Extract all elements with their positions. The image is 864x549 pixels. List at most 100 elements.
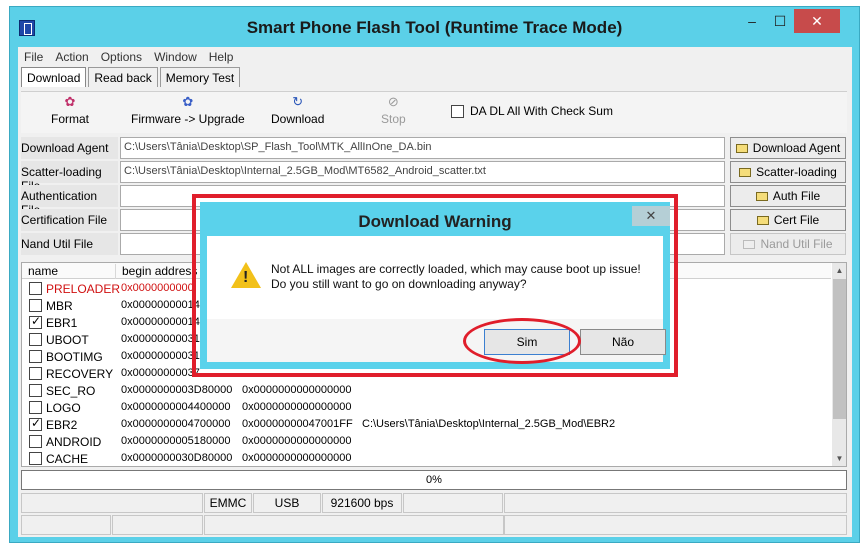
stop-button[interactable]: ⊘ Stop xyxy=(381,94,406,127)
download-agent-label: Download Agent xyxy=(21,137,118,159)
folder-icon xyxy=(743,240,756,249)
table-row[interactable]: EBR2 0x0000000004700000 0x00000000047001FF… xyxy=(22,416,831,433)
row-checkbox[interactable] xyxy=(29,282,42,295)
row-name: ANDROID xyxy=(46,435,102,449)
row-name: EBR2 xyxy=(46,418,78,432)
download-agent-button[interactable]: Download Agent xyxy=(730,137,846,159)
list-scrollbar[interactable]: ▲ ▼ xyxy=(832,263,846,466)
progress-bar: 0% xyxy=(21,470,847,490)
menu-action[interactable]: Action xyxy=(49,47,94,67)
tab-download[interactable]: Download xyxy=(21,67,87,87)
scatter-file-label: Scatter-loading File xyxy=(21,161,118,193)
download-button[interactable]: ↻ Download xyxy=(271,94,324,127)
status-cell-empty xyxy=(504,515,847,535)
toolbar: ✿ Format ✿ Firmware -> Upgrade ↻ Downloa… xyxy=(21,91,847,133)
row-name: UBOOT xyxy=(46,333,89,347)
row-checkbox[interactable] xyxy=(29,435,42,448)
dialog-close-button[interactable]: ✕ xyxy=(632,206,670,226)
scroll-thumb[interactable] xyxy=(833,279,846,419)
tab-read-back[interactable]: Read back xyxy=(88,67,158,87)
checksum-label: DA DL All With Check Sum xyxy=(470,104,613,118)
row-end-address: 0x0000000000000000 xyxy=(242,401,352,413)
row-location: C:\Users\Tânia\Desktop\Internal_2.5GB_Mo… xyxy=(362,418,616,430)
row-begin-address: 0x0000000004700000 xyxy=(121,418,231,430)
status-baud: 921600 bps xyxy=(322,493,402,513)
row-checkbox[interactable] xyxy=(29,333,42,346)
nand-util-label: Nand Util File xyxy=(21,233,118,255)
menu-options[interactable]: Options xyxy=(95,47,148,67)
highlight-circle xyxy=(463,318,581,364)
folder-icon xyxy=(755,192,768,201)
row-checkbox[interactable] xyxy=(29,367,42,380)
warning-icon xyxy=(231,262,261,288)
minimize-button[interactable]: – xyxy=(738,9,766,33)
row-checkbox[interactable] xyxy=(29,401,42,414)
table-row[interactable]: ANDROID 0x0000000005180000 0x0000000000000… xyxy=(22,433,831,450)
row-end-address: 0x0000000000000000 xyxy=(242,384,352,396)
format-button[interactable]: ✿ Format xyxy=(51,94,90,127)
status-cell-empty xyxy=(112,515,203,535)
maximize-button[interactable]: ☐ xyxy=(766,9,794,33)
stop-icon: ⊘ xyxy=(387,94,399,109)
row-begin-address: 0x0000000000 xyxy=(121,282,194,294)
table-row[interactable]: CACHE 0x0000000030D80000 0x000000000000000… xyxy=(22,450,831,466)
row-begin-address: 0x00000000014 xyxy=(121,316,200,328)
auth-file-button-label: Auth File xyxy=(772,189,821,203)
table-row[interactable]: LOGO 0x0000000004400000 0x0000000000000000 xyxy=(22,399,831,416)
format-icon: ✿ xyxy=(64,94,76,109)
close-button[interactable]: ✕ xyxy=(794,9,840,33)
menu-help[interactable]: Help xyxy=(203,47,240,67)
dialog-message-line-1: Not ALL images are correctly loaded, whi… xyxy=(271,262,641,276)
row-checkbox[interactable] xyxy=(29,350,42,363)
checksum-checkbox[interactable] xyxy=(451,104,464,118)
row-begin-address: 0x0000000005180000 xyxy=(121,435,231,447)
row-name: LOGO xyxy=(46,401,81,415)
cert-file-button[interactable]: Cert File xyxy=(730,209,846,231)
scatter-loading-button-label: Scatter-loading xyxy=(756,165,837,179)
menu-window[interactable]: Window xyxy=(148,47,203,67)
firmware-upgrade-button[interactable]: ✿ Firmware -> Upgrade xyxy=(131,95,245,127)
row-name: RECOVERY xyxy=(46,367,114,381)
status-cell-empty xyxy=(403,493,503,513)
auth-file-button[interactable]: Auth File xyxy=(730,185,846,207)
status-cell-empty xyxy=(21,515,111,535)
download-agent-input[interactable]: C:\Users\Tânia\Desktop\SP_Flash_Tool\MTK… xyxy=(120,137,725,159)
row-checkbox[interactable] xyxy=(29,314,42,329)
row-begin-address: 0x00000000037 xyxy=(121,367,200,379)
row-checkbox[interactable] xyxy=(29,299,42,312)
scatter-file-input[interactable]: C:\Users\Tânia\Desktop\Internal_2.5GB_Mo… xyxy=(120,161,725,183)
scroll-down-arrow-icon[interactable]: ▼ xyxy=(832,451,846,466)
row-begin-address: 0x0000000030D80000 xyxy=(121,452,233,464)
dialog-body: Not ALL images are correctly loaded, whi… xyxy=(207,236,666,362)
table-row[interactable]: SEC_RO 0x0000000003D80000 0x00000000000000… xyxy=(22,382,831,399)
status-bar: EMMC USB 921600 bps xyxy=(21,493,847,537)
column-name[interactable]: name xyxy=(22,264,116,279)
title-bar: Smart Phone Flash Tool (Runtime Trace Mo… xyxy=(10,7,859,47)
download-icon: ↻ xyxy=(292,94,304,109)
checksum-option[interactable]: DA DL All With Check Sum xyxy=(451,104,613,118)
dialog-highlight-frame: Download Warning ✕ Not ALL images are co… xyxy=(192,194,678,377)
firmware-label: Firmware -> Upgrade xyxy=(131,112,245,126)
no-button[interactable]: Não xyxy=(580,329,666,355)
nand-util-button[interactable]: Nand Util File xyxy=(730,233,846,255)
status-storage: EMMC xyxy=(204,493,252,513)
menu-bar: File Action Options Window Help xyxy=(18,47,852,67)
menu-file[interactable]: File xyxy=(18,47,49,67)
dialog-message: Not ALL images are correctly loaded, whi… xyxy=(271,262,641,292)
cert-file-label: Certification File xyxy=(21,209,118,231)
row-checkbox[interactable] xyxy=(29,384,42,397)
download-agent-button-label: Download Agent xyxy=(752,141,841,155)
tab-memory-test[interactable]: Memory Test xyxy=(159,67,241,87)
status-port: USB xyxy=(253,493,321,513)
row-end-address: 0x0000000000000000 xyxy=(242,452,352,464)
format-label: Format xyxy=(51,112,90,126)
row-name: BOOTIMG xyxy=(46,350,103,364)
row-checkbox[interactable] xyxy=(29,452,42,465)
row-name: PRELOADER xyxy=(46,282,121,296)
row-checkbox[interactable] xyxy=(29,416,42,431)
scroll-up-arrow-icon[interactable]: ▲ xyxy=(832,263,846,278)
row-begin-address: 0x0000000004400000 xyxy=(121,401,231,413)
status-cell-empty xyxy=(21,493,203,513)
scatter-loading-button[interactable]: Scatter-loading xyxy=(730,161,846,183)
row-name: CACHE xyxy=(46,452,89,466)
